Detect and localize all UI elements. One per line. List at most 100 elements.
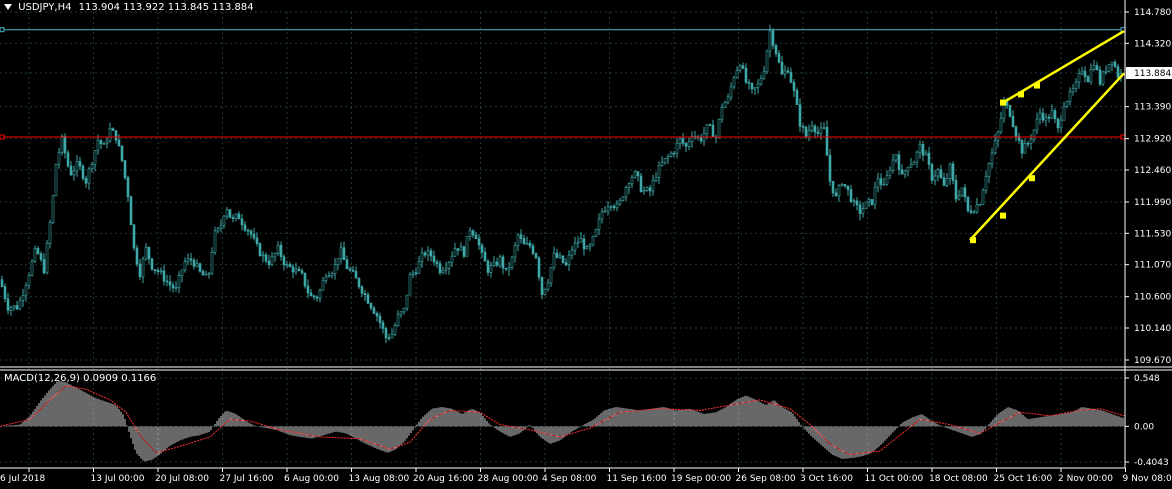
candle-body — [540, 276, 544, 295]
candle-body — [612, 205, 616, 209]
candle-body — [9, 307, 13, 311]
candle-body — [1065, 101, 1069, 107]
candle-body — [600, 211, 604, 220]
candle-body — [918, 144, 922, 153]
candle-body — [33, 248, 37, 262]
candle-body — [408, 274, 412, 296]
candle-body — [90, 164, 94, 170]
candle-body — [531, 245, 535, 254]
candle-body — [960, 187, 964, 197]
candle-body — [510, 256, 514, 268]
candle-body — [225, 209, 229, 217]
candle-body — [474, 234, 478, 240]
candle-body — [342, 247, 346, 261]
candle-body — [1104, 71, 1108, 73]
candle-body — [36, 248, 40, 255]
candle-body — [153, 269, 157, 271]
candle-body — [228, 209, 232, 218]
candle-body — [180, 269, 184, 276]
candle-body — [546, 282, 550, 290]
candle-body — [171, 284, 175, 289]
time-label: 4 Sep 08:00 — [542, 474, 597, 484]
candle-body — [387, 337, 391, 340]
candle-body — [336, 258, 340, 265]
horizontal-lines — [0, 27, 1126, 140]
candle-body — [666, 156, 670, 159]
price-label: 114.780 — [1134, 8, 1171, 18]
candle-body — [240, 218, 244, 226]
candle-body — [846, 185, 850, 190]
candle-body — [264, 254, 268, 262]
candle-body — [126, 177, 130, 198]
candle-body — [939, 169, 943, 179]
candle-body — [420, 252, 424, 262]
candle-body — [588, 244, 592, 248]
candle-body — [816, 131, 820, 134]
candle-body — [504, 267, 508, 270]
dropdown-triangle-icon[interactable] — [4, 4, 12, 10]
candle-body — [831, 180, 835, 194]
candle-body — [786, 70, 790, 73]
candle-body — [723, 102, 727, 108]
candle-body — [966, 196, 970, 212]
candle-body — [54, 163, 58, 197]
candle-body — [495, 261, 499, 266]
candle-body — [876, 178, 880, 188]
candle-body — [849, 189, 853, 202]
candle-body — [324, 276, 328, 281]
candle-body — [744, 67, 748, 83]
candle-body — [585, 246, 589, 250]
candle-body — [888, 169, 892, 176]
candle-body — [201, 271, 205, 276]
candle-body — [321, 280, 325, 291]
candle-body — [168, 281, 172, 286]
candle-body — [1059, 119, 1063, 129]
candle-body — [924, 152, 928, 156]
candle-body — [1029, 138, 1033, 144]
candle-body — [261, 254, 265, 257]
candle-body — [27, 275, 31, 286]
candle-body — [120, 145, 124, 161]
candle-body — [363, 293, 367, 295]
candle-body — [606, 206, 610, 212]
candle-body — [339, 247, 343, 259]
price-chart[interactable]: 114.780 114.320 113.390 112.920 112.460 111.9… — [0, 0, 1172, 489]
candle-body — [885, 175, 889, 185]
candle-body — [543, 288, 547, 295]
candle-body — [78, 161, 82, 167]
candle-body — [897, 154, 901, 170]
candle-body — [687, 141, 691, 147]
candle-body — [114, 130, 118, 141]
candle-body — [66, 152, 70, 167]
candle-body — [624, 187, 628, 198]
candle-body — [987, 163, 991, 177]
candle-body — [210, 252, 214, 274]
candle-body — [108, 128, 112, 142]
candle-body — [1050, 110, 1054, 119]
time-label: 20 Jul 08:00 — [155, 474, 209, 484]
candle-body — [1071, 88, 1075, 93]
candle-body — [384, 328, 388, 339]
candle-body — [87, 168, 91, 184]
candle-body — [981, 189, 985, 205]
candle-body — [630, 177, 634, 185]
trend-marker — [970, 237, 976, 244]
candle-body — [165, 280, 169, 283]
candle-body — [51, 195, 55, 223]
time-label: 26 Sep 08:00 — [736, 474, 796, 484]
candle-body — [954, 180, 958, 200]
candle-body — [3, 286, 7, 300]
macd-axis-label: -0.4043 — [1134, 458, 1169, 468]
candle-body — [96, 140, 100, 152]
candle-body — [684, 143, 688, 147]
candle-body — [417, 261, 421, 274]
candle-body — [996, 131, 1000, 142]
candle-body — [732, 77, 736, 88]
candle-body — [276, 244, 280, 254]
candle-body — [648, 187, 652, 192]
candle-body — [621, 196, 625, 201]
candle-body — [513, 245, 517, 258]
candle-body — [660, 162, 664, 166]
candle-body — [366, 294, 370, 304]
candle-body — [759, 77, 763, 85]
